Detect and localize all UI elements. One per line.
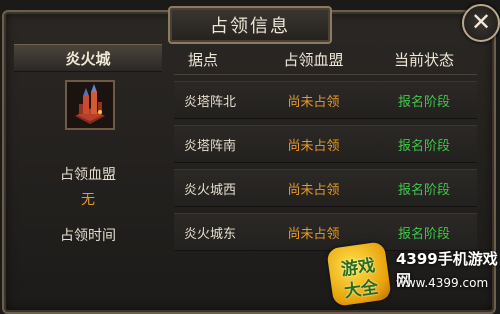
table-row[interactable]: 炎火城东 尚未占领 报名阶段	[174, 213, 477, 251]
table-row[interactable]: 炎塔阵南 尚未占领 报名阶段	[174, 125, 477, 163]
occupying-alliance-label: 占领血盟	[60, 167, 116, 183]
city-info-panel: 炎火城 占领血盟 无 占领时间	[12, 44, 164, 299]
stronghold-alliance: 尚未占领	[287, 182, 340, 198]
stronghold-alliance: 尚未占领	[287, 226, 340, 242]
stronghold-name: 炎塔阵北	[184, 94, 237, 110]
stronghold-name: 炎火城西	[184, 182, 237, 198]
header-status: 当前状态	[393, 50, 454, 69]
occupation-time-label: 占领时间	[60, 228, 116, 244]
stronghold-status: 报名阶段	[397, 94, 450, 110]
table-row[interactable]: 炎塔阵北 尚未占领 报名阶段	[174, 81, 477, 119]
header-stronghold: 据点	[188, 50, 219, 69]
dialog-title: 占领信息	[168, 6, 332, 44]
close-button[interactable]: ✕	[462, 4, 500, 42]
stronghold-table: 据点 占领血盟 当前状态 炎塔阵北 尚未占领 报名阶段 炎塔阵南 尚未占领 报名…	[174, 44, 477, 251]
header-alliance: 占领血盟	[283, 50, 344, 69]
stronghold-alliance: 尚未占领	[287, 138, 340, 154]
stronghold-alliance: 尚未占领	[287, 94, 340, 110]
stronghold-status: 报名阶段	[397, 226, 450, 242]
table-header: 据点 占领血盟 当前状态	[174, 44, 477, 75]
stronghold-status: 报名阶段	[397, 182, 450, 198]
stronghold-name: 炎火城东	[184, 226, 237, 242]
occupying-alliance-value: 无	[81, 192, 95, 208]
stronghold-name: 炎塔阵南	[184, 138, 237, 154]
city-name: 炎火城	[14, 44, 162, 72]
watermark-url: www.4399.com	[396, 276, 489, 290]
castle-tower-icon	[65, 80, 115, 130]
watermark-logo-icon: 游戏 大全	[326, 241, 392, 307]
stronghold-status: 报名阶段	[397, 138, 450, 154]
table-row[interactable]: 炎火城西 尚未占领 报名阶段	[174, 169, 477, 207]
